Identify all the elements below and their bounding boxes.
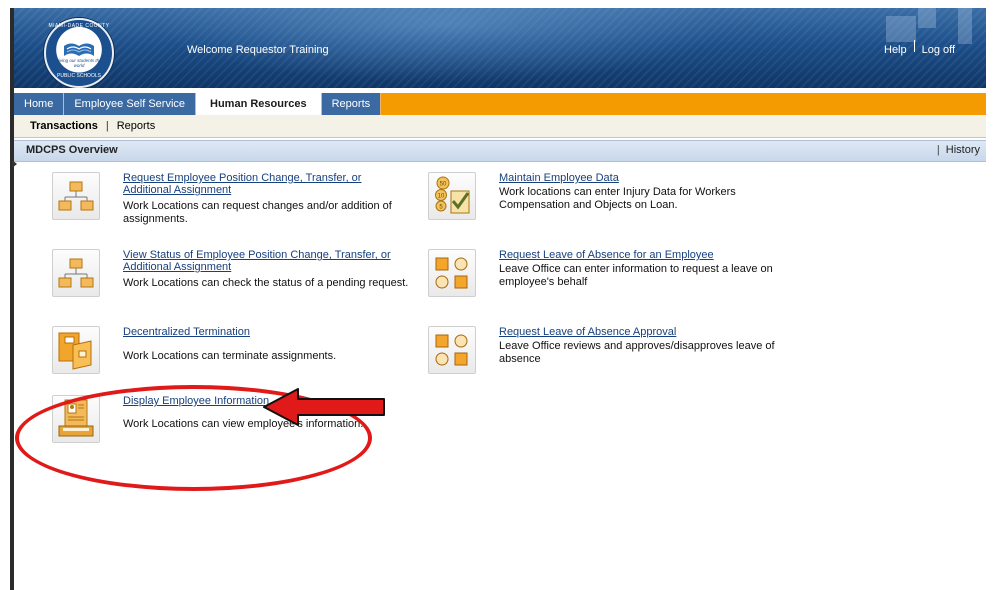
portal-header: MIAMI-DADE COUNTY giving our students th… — [14, 8, 986, 88]
svg-text:50: 50 — [440, 182, 447, 188]
request-position-change-link[interactable]: Request Employee Position Change, Transf… — [123, 172, 403, 196]
logoff-link[interactable]: Log off — [922, 44, 955, 56]
tab-reports[interactable]: Reports — [321, 93, 382, 115]
header-decoration — [918, 8, 936, 28]
org-chart-icon[interactable] — [52, 249, 100, 297]
tab-employee-self-service[interactable]: Employee Self Service — [64, 93, 197, 115]
help-link[interactable]: Help — [884, 44, 907, 56]
folders-icon[interactable] — [52, 326, 100, 374]
shapes-icon[interactable] — [428, 326, 476, 374]
item-description: Work Locations can terminate assignments… — [123, 350, 337, 362]
header-decoration — [886, 16, 916, 42]
view-position-change-status-link[interactable]: View Status of Employee Position Change,… — [123, 249, 403, 273]
logo-motto: giving our students the world — [56, 58, 102, 68]
subnav-reports[interactable]: Reports — [117, 120, 156, 132]
tab-human-resources[interactable]: Human Resources — [196, 93, 322, 115]
item-description: Work Locations can request changes and/o… — [123, 200, 392, 225]
welcome-text: Welcome Requestor Training — [187, 44, 329, 56]
history-menu[interactable]: | History — [937, 144, 980, 156]
red-arrow-icon — [263, 388, 385, 426]
leave-of-absence-approval-link[interactable]: Request Leave of Absence Approval — [499, 326, 779, 338]
history-label: History — [945, 144, 980, 156]
item-description: Work Locations can check the status of a… — [123, 277, 409, 289]
logo-bottom-text: PUBLIC SCHOOLS — [57, 73, 101, 79]
svg-text:10: 10 — [438, 194, 445, 200]
school-district-logo: MIAMI-DADE COUNTY giving our students th… — [44, 18, 114, 88]
item-description: Work locations can enter Injury Data for… — [499, 186, 736, 211]
shapes-icon[interactable] — [428, 249, 476, 297]
tab-list: Home Employee Self Service Human Resourc… — [14, 93, 382, 115]
request-leave-of-absence-link[interactable]: Request Leave of Absence for an Employee — [499, 249, 779, 261]
maintain-employee-data-link[interactable]: Maintain Employee Data — [499, 172, 779, 184]
sub-navigation: Transactions | Reports — [14, 115, 986, 138]
subnav-transactions[interactable]: Transactions — [30, 120, 98, 132]
org-chart-icon[interactable] — [52, 172, 100, 220]
coins-checklist-icon[interactable]: 50 10 5 — [428, 172, 476, 220]
page-title-bar: MDCPS Overview | History — [14, 140, 986, 162]
item-description: Leave Office can enter information to re… — [499, 263, 773, 288]
history-divider: | — [936, 144, 940, 156]
book-icon — [64, 43, 94, 56]
header-divider — [913, 40, 915, 52]
tab-home[interactable]: Home — [14, 93, 65, 115]
expand-arrow-icon[interactable] — [12, 160, 17, 168]
item-description: Leave Office reviews and approves/disapp… — [499, 340, 775, 365]
decentralized-termination-link[interactable]: Decentralized Termination — [123, 326, 403, 338]
page-title: MDCPS Overview — [26, 144, 118, 156]
logo-ring-text: MIAMI-DADE COUNTY — [48, 23, 110, 29]
subnav-divider: | — [105, 120, 109, 132]
header-decoration — [958, 8, 972, 44]
header-links: Help Log off — [884, 40, 955, 56]
portal-page: MIAMI-DADE COUNTY giving our students th… — [0, 0, 994, 590]
